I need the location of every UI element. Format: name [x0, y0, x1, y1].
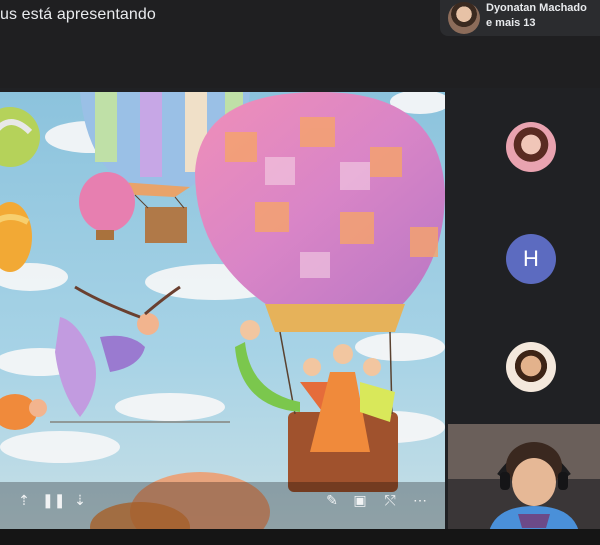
captions-icon[interactable]: ▣: [350, 490, 370, 510]
presentation-stage: [0, 92, 445, 529]
participant-name: Dyonatan Machado: [486, 2, 587, 14]
participants-panel: H: [448, 92, 600, 422]
presentation-image: [0, 92, 445, 529]
pen-icon[interactable]: ✎: [322, 490, 342, 510]
more-icon[interactable]: ⋯: [410, 490, 430, 510]
pointer-icon[interactable]: ⤲: [380, 490, 400, 510]
presentation-toolbar: ⇡ ❚❚ ⇣ ✎ ▣ ⤲ ⋯: [0, 488, 445, 514]
previous-icon[interactable]: ⇡: [14, 490, 34, 510]
participant-avatar-icon[interactable]: [506, 342, 556, 392]
participant-avatar-icon: [448, 2, 480, 34]
bottom-bar: [0, 529, 600, 545]
pause-icon[interactable]: ❚❚: [42, 490, 65, 510]
self-camera-tile[interactable]: [448, 424, 600, 536]
camera-feed: [448, 424, 600, 536]
next-icon[interactable]: ⇣: [70, 490, 90, 510]
participant-more-count: e mais 13: [486, 17, 536, 29]
top-bar: us está apresentando Dyonatan Machado e …: [0, 0, 600, 88]
presenting-label: us está apresentando: [0, 6, 156, 23]
participants-chip[interactable]: Dyonatan Machado e mais 13: [440, 0, 600, 36]
participant-avatar-icon[interactable]: [506, 122, 556, 172]
participant-initial-avatar[interactable]: H: [506, 234, 556, 284]
